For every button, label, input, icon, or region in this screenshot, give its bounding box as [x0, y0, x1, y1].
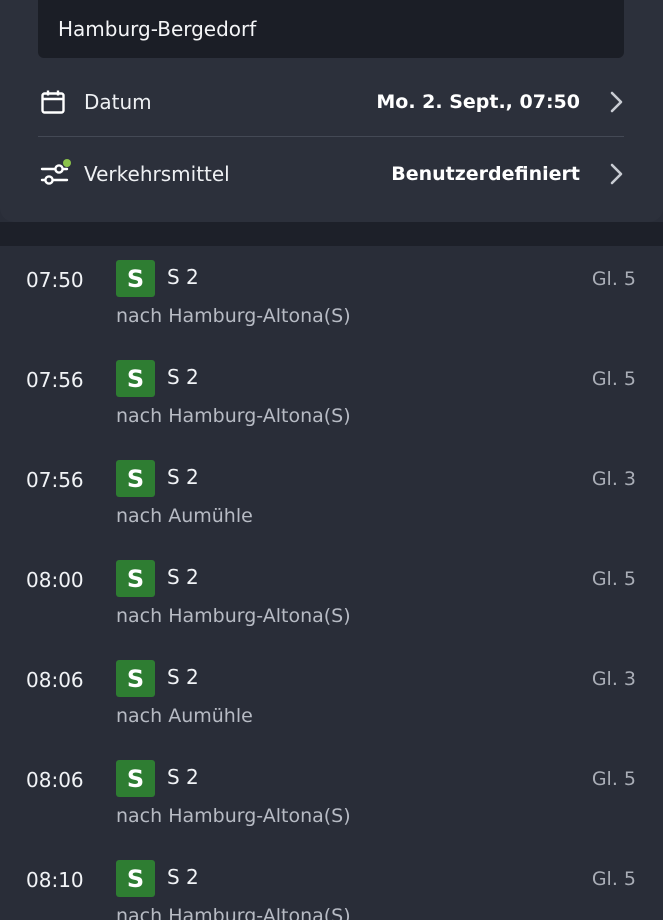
date-row[interactable]: Datum Mo. 2. Sept., 07:50	[38, 68, 624, 136]
departure-time: 07:56	[26, 368, 84, 392]
track: Gl. 5	[591, 268, 636, 290]
destination: nach Hamburg-Altona(S)	[116, 805, 351, 827]
track: Gl. 3	[591, 468, 636, 490]
departure-time: 08:00	[26, 568, 84, 592]
filter-sliders-icon	[40, 157, 74, 191]
departure-time: 07:50	[26, 268, 84, 292]
divider	[38, 136, 624, 137]
departure-item[interactable]: 08:00 S S 2 nach Hamburg-Altona(S) Gl. 5	[0, 546, 663, 646]
line-name: S 2	[167, 565, 199, 589]
date-value: Mo. 2. Sept., 07:50	[376, 91, 580, 113]
departure-item[interactable]: 08:10 S S 2 nach Hamburg-Altona(S) Gl. 5	[0, 846, 663, 920]
departure-time: 07:56	[26, 468, 84, 492]
departure-time: 08:06	[26, 668, 84, 692]
transport-label: Verkehrsmittel	[84, 162, 230, 186]
line-name: S 2	[167, 365, 199, 389]
line-name: S 2	[167, 865, 199, 889]
search-panel: Hamburg-Bergedorf Datum Mo. 2. Sept., 07…	[0, 0, 663, 222]
track: Gl. 5	[591, 768, 636, 790]
destination: nach Aumühle	[116, 705, 253, 727]
panel-separator	[0, 222, 663, 246]
date-label: Datum	[84, 90, 152, 114]
track: Gl. 5	[591, 368, 636, 390]
destination: nach Hamburg-Altona(S)	[116, 605, 351, 627]
destination: nach Hamburg-Altona(S)	[116, 305, 351, 327]
s-bahn-icon: S	[116, 860, 155, 897]
departure-time: 08:06	[26, 768, 84, 792]
departure-item[interactable]: 07:56 S S 2 nach Hamburg-Altona(S) Gl. 5	[0, 346, 663, 446]
s-bahn-icon: S	[116, 760, 155, 797]
line-name: S 2	[167, 665, 199, 689]
s-bahn-icon: S	[116, 560, 155, 597]
destination: nach Hamburg-Altona(S)	[116, 905, 351, 920]
departure-item[interactable]: 08:06 S S 2 nach Hamburg-Altona(S) Gl. 5	[0, 746, 663, 846]
track: Gl. 5	[591, 868, 636, 890]
station-input-value: Hamburg-Bergedorf	[58, 17, 257, 41]
transport-value: Benutzerdefiniert	[391, 163, 580, 185]
destination: nach Aumühle	[116, 505, 253, 527]
departure-time: 08:10	[26, 868, 84, 892]
chevron-right-icon	[580, 85, 624, 119]
s-bahn-icon: S	[116, 260, 155, 297]
destination: nach Hamburg-Altona(S)	[116, 405, 351, 427]
track: Gl. 3	[591, 668, 636, 690]
line-name: S 2	[167, 465, 199, 489]
departure-list: 07:50 S S 2 nach Hamburg-Altona(S) Gl. 5…	[0, 246, 663, 920]
departure-item[interactable]: 07:50 S S 2 nach Hamburg-Altona(S) Gl. 5	[0, 246, 663, 346]
line-name: S 2	[167, 265, 199, 289]
s-bahn-icon: S	[116, 360, 155, 397]
departure-item[interactable]: 07:56 S S 2 nach Aumühle Gl. 3	[0, 446, 663, 546]
calendar-icon	[40, 85, 74, 119]
departure-item[interactable]: 08:06 S S 2 nach Aumühle Gl. 3	[0, 646, 663, 746]
s-bahn-icon: S	[116, 460, 155, 497]
chevron-right-icon	[580, 157, 624, 191]
track: Gl. 5	[591, 568, 636, 590]
station-input[interactable]: Hamburg-Bergedorf	[38, 0, 624, 58]
s-bahn-icon: S	[116, 660, 155, 697]
transport-row[interactable]: Verkehrsmittel Benutzerdefiniert	[38, 140, 624, 208]
line-name: S 2	[167, 765, 199, 789]
